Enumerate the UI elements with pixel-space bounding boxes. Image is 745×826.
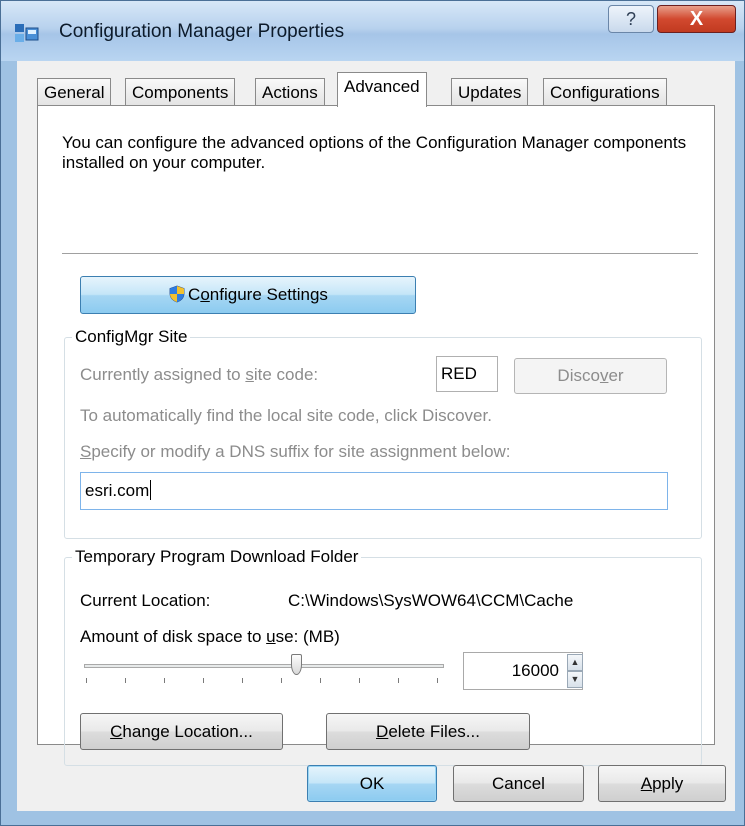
change-location-button[interactable]: Change Location...	[80, 713, 283, 750]
tab-actions[interactable]: Actions	[255, 78, 325, 106]
dns-suffix-label: Specify or modify a DNS suffix for site …	[80, 442, 511, 461]
slider-tick	[86, 678, 87, 683]
spin-up-arrow-icon[interactable]: ▲	[567, 654, 583, 671]
dns-suffix-value: esri.com	[85, 481, 150, 500]
configure-label-mnemonic: o	[200, 285, 210, 304]
apply-button[interactable]: Apply	[598, 765, 726, 802]
tab-configurations[interactable]: Configurations	[543, 78, 667, 106]
configure-settings-button[interactable]: Configure Settings	[80, 276, 416, 314]
current-location-label: Current Location:	[80, 591, 211, 610]
site-code-field[interactable]: RED	[436, 356, 498, 392]
slider-tick	[398, 678, 399, 683]
slider-tick	[242, 678, 243, 683]
slider-tick	[320, 678, 321, 683]
configure-label-pre: C	[188, 285, 201, 304]
close-button[interactable]: X	[657, 5, 736, 33]
ok-button[interactable]: OK	[307, 765, 437, 802]
assigned-site-code-label: Currently assigned to site code:	[80, 365, 319, 384]
slider-tick	[164, 678, 165, 683]
cancel-button[interactable]: Cancel	[453, 765, 584, 802]
auto-find-hint: To automatically find the local site cod…	[80, 406, 492, 425]
dns-suffix-input[interactable]: esri.com	[80, 472, 668, 510]
slider-tick	[281, 678, 282, 683]
current-location-value: C:\Windows\SysWOW64\CCM\Cache	[288, 591, 574, 610]
dialog-client-area: General Components Actions Advanced Upda…	[17, 61, 735, 811]
configmgr-app-icon	[15, 24, 39, 42]
configmgr-site-legend: ConfigMgr Site	[75, 327, 188, 346]
slider-tick	[203, 678, 204, 683]
delete-files-button[interactable]: Delete Files...	[326, 713, 530, 750]
title-bar[interactable]: Configuration Manager Properties ? X	[1, 1, 744, 61]
tab-advanced[interactable]: Advanced	[337, 72, 427, 107]
tab-components[interactable]: Components	[125, 78, 236, 106]
disk-space-slider-track[interactable]	[84, 664, 444, 668]
spin-down-arrow-icon[interactable]: ▼	[567, 671, 583, 688]
slider-tick	[437, 678, 438, 683]
uac-shield-icon	[169, 285, 185, 303]
separator	[62, 253, 698, 255]
tab-general[interactable]: General	[37, 78, 112, 106]
configure-label-post: nfigure Settings	[209, 285, 328, 304]
window-title: Configuration Manager Properties	[59, 21, 345, 42]
help-button[interactable]: ?	[608, 5, 654, 33]
tab-updates[interactable]: Updates	[451, 78, 529, 106]
disk-space-label: Amount of disk space to use: (MB)	[80, 627, 340, 646]
slider-tick	[359, 678, 360, 683]
text-caret	[150, 480, 152, 500]
intro-text: You can configure the advanced options o…	[62, 133, 687, 172]
disk-space-input[interactable]: 16000	[463, 652, 583, 690]
advanced-tab-panel: You can configure the advanced options o…	[37, 105, 715, 766]
discover-button[interactable]: Discover	[514, 358, 667, 394]
temp-download-folder-legend: Temporary Program Download Folder	[75, 547, 359, 566]
disk-space-slider-thumb[interactable]	[291, 654, 302, 675]
dialog-window: Configuration Manager Properties ? X Gen…	[0, 0, 745, 826]
slider-tick	[125, 678, 126, 683]
